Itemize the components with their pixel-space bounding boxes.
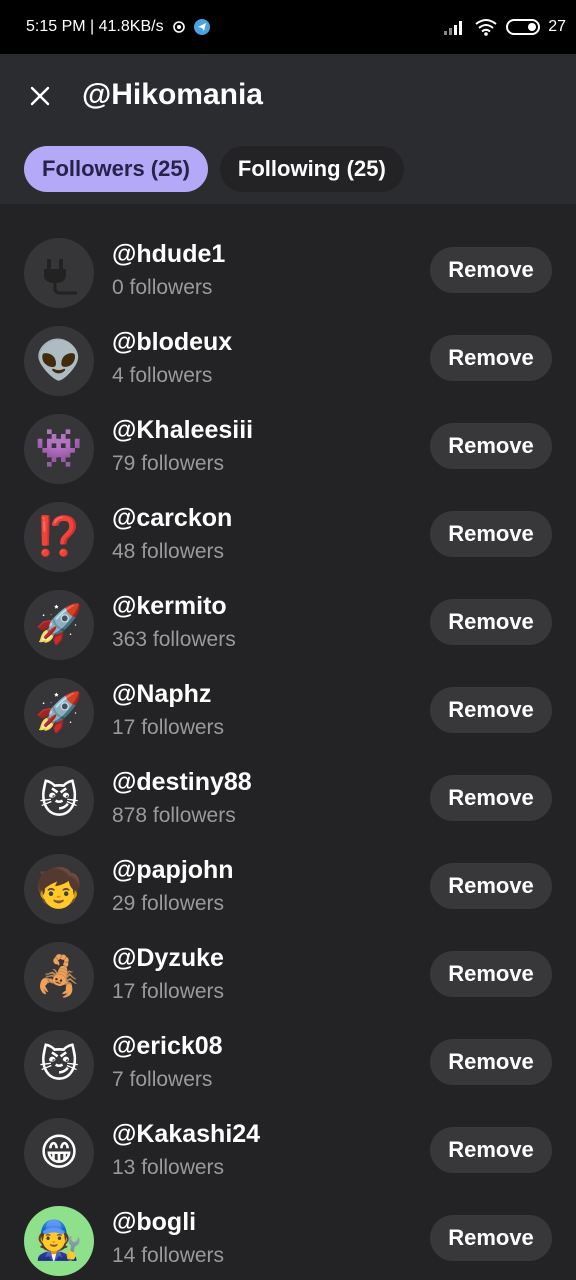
follower-count: 17 followers	[112, 980, 225, 1003]
avatar[interactable]: 🚀	[24, 678, 94, 748]
avatar[interactable]: 🦂	[24, 942, 94, 1012]
follower-count: 48 followers	[112, 540, 225, 563]
plug-icon	[44, 259, 77, 295]
follower-count: 14 followers	[112, 1244, 225, 1267]
remove-button[interactable]: Remove	[430, 687, 552, 733]
avatar[interactable]: 👽	[24, 326, 94, 396]
remove-button[interactable]: Remove	[430, 599, 552, 645]
follower-count: 878 followers	[112, 804, 236, 827]
username[interactable]: @Kakashi24	[112, 1120, 260, 1149]
avatar[interactable]: 😼	[24, 1030, 94, 1100]
status-bar: 5:15 PM | 41.8KB/s 27	[0, 0, 576, 54]
remove-button[interactable]: Remove	[430, 511, 552, 557]
close-button[interactable]	[24, 80, 56, 112]
status-time-speed: 5:15 PM | 41.8KB/s	[26, 18, 164, 35]
list-item: 👽 @blodeux 4 followers Remove	[0, 324, 576, 412]
username[interactable]: @Dyzuke	[112, 944, 224, 973]
wifi-icon	[474, 18, 498, 36]
header: @Hikomania Followers (25) Following (25)	[0, 54, 576, 204]
signal-icon	[444, 19, 466, 35]
battery-level: 27	[548, 18, 566, 35]
follower-count: 29 followers	[112, 892, 225, 915]
avatar[interactable]: 👾	[24, 414, 94, 484]
remove-button[interactable]: Remove	[430, 247, 552, 293]
list-item: 🚀 @kermito 363 followers Remove	[0, 588, 576, 676]
username[interactable]: @Khaleesiii	[112, 416, 253, 445]
follower-count: 79 followers	[112, 452, 225, 475]
remove-button[interactable]: Remove	[430, 863, 552, 909]
remove-button[interactable]: Remove	[430, 423, 552, 469]
list-item: @hdude1 0 followers Remove	[0, 236, 576, 324]
avatar[interactable]	[24, 238, 94, 308]
list-item: 😼 @destiny88 878 followers Remove	[0, 764, 576, 852]
username[interactable]: @erick08	[112, 1032, 223, 1061]
username[interactable]: @Naphz	[112, 680, 211, 709]
close-icon	[30, 86, 50, 106]
avatar[interactable]: 😼	[24, 766, 94, 836]
followers-list: @hdude1 0 followers Remove 👽 @blodeux 4 …	[0, 204, 576, 1280]
battery-icon	[506, 19, 541, 35]
list-item: 🧑‍🔧 @bogli 14 followers Remove	[0, 1204, 576, 1280]
avatar[interactable]: 🧒	[24, 854, 94, 924]
avatar[interactable]: 🧑‍🔧	[24, 1206, 94, 1276]
follower-count: 4 followers	[112, 364, 213, 387]
username[interactable]: @papjohn	[112, 856, 234, 885]
avatar[interactable]: ⁉️	[24, 502, 94, 572]
username[interactable]: @blodeux	[112, 328, 232, 357]
remove-button[interactable]: Remove	[430, 1039, 552, 1085]
tab-followers[interactable]: Followers (25)	[24, 146, 208, 192]
username[interactable]: @bogli	[112, 1208, 196, 1237]
username[interactable]: @carckon	[112, 504, 232, 533]
list-item: 🧒 @papjohn 29 followers Remove	[0, 852, 576, 940]
list-item: 😁 @Kakashi24 13 followers Remove	[0, 1116, 576, 1204]
list-item: 👾 @Khaleesiii 79 followers Remove	[0, 412, 576, 500]
list-item: ⁉️ @carckon 48 followers Remove	[0, 500, 576, 588]
telegram-icon	[193, 19, 210, 35]
sync-icon	[172, 20, 186, 34]
tab-bar: Followers (25) Following (25)	[24, 146, 404, 192]
follower-count: 13 followers	[112, 1156, 225, 1179]
tab-following[interactable]: Following (25)	[219, 146, 404, 192]
avatar[interactable]: 😁	[24, 1118, 94, 1188]
username[interactable]: @kermito	[112, 592, 227, 621]
page-title: @Hikomania	[82, 78, 263, 111]
username[interactable]: @destiny88	[112, 768, 252, 797]
follower-count: 363 followers	[112, 628, 236, 651]
follower-count: 17 followers	[112, 716, 225, 739]
remove-button[interactable]: Remove	[430, 775, 552, 821]
list-item: 😼 @erick08 7 followers Remove	[0, 1028, 576, 1116]
remove-button[interactable]: Remove	[430, 1127, 552, 1173]
avatar[interactable]: 🚀	[24, 590, 94, 660]
follower-count: 7 followers	[112, 1068, 213, 1091]
follower-count: 0 followers	[112, 276, 213, 299]
list-item: 🚀 @Naphz 17 followers Remove	[0, 676, 576, 764]
remove-button[interactable]: Remove	[430, 1215, 552, 1261]
username[interactable]: @hdude1	[112, 240, 225, 269]
list-item: 🦂 @Dyzuke 17 followers Remove	[0, 940, 576, 1028]
remove-button[interactable]: Remove	[430, 335, 552, 381]
remove-button[interactable]: Remove	[430, 951, 552, 997]
